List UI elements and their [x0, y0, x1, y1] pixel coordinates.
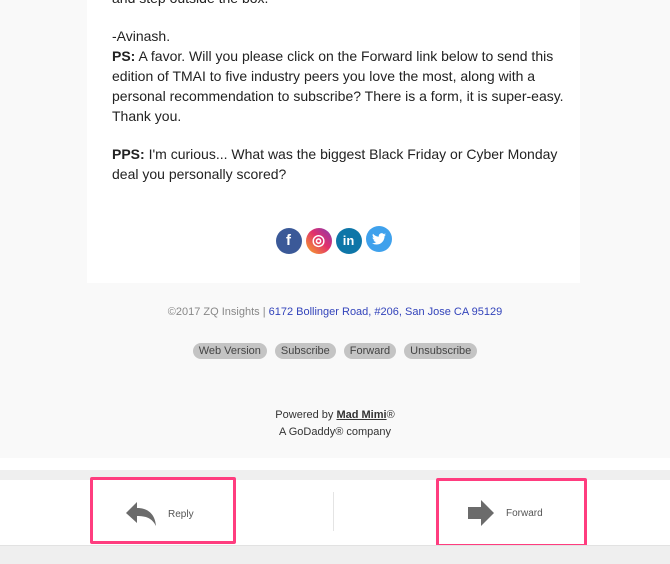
linkedin-icon[interactable]: in [335, 228, 362, 254]
separator [0, 458, 670, 470]
pps-label: PPS: [112, 146, 145, 162]
forward-link[interactable]: Forward [343, 343, 397, 359]
twitter-icon[interactable] [365, 226, 392, 252]
godaddy-text: A GoDaddy® company [278, 426, 392, 438]
divider [333, 492, 334, 531]
ps-paragraph: PS: A favor. Will you please click on th… [112, 46, 572, 126]
cut-off-line: and step outside the box. [112, 0, 572, 8]
pps-text: I'm curious... What was the biggest Blac… [112, 146, 558, 182]
social-links: f ◎ in [87, 226, 580, 254]
subscribe-link[interactable]: Subscribe [274, 343, 336, 359]
signature: -Avinash. [112, 28, 171, 44]
footer-address: ©2017 ZQ Insights | 6172 Bollinger Road,… [0, 306, 670, 318]
copyright: ©2017 ZQ Insights | [167, 306, 269, 318]
powered-by-text: Powered by [275, 409, 337, 421]
email-text: and step outside the box. -Avinash. PS: … [112, 0, 572, 202]
reply-highlight [90, 477, 236, 544]
bottom-bar [0, 545, 670, 564]
web-version-link[interactable]: Web Version [192, 343, 267, 359]
email-body-card: and step outside the box. -Avinash. PS: … [87, 0, 580, 283]
address-link[interactable]: 6172 Bollinger Road, #206, San Jose CA 9… [269, 306, 503, 318]
forward-highlight [436, 478, 587, 547]
unsubscribe-link[interactable]: Unsubscribe [404, 343, 478, 359]
registered-mark: ® [386, 409, 395, 421]
ps-text: A favor. Will you please click on the Fo… [112, 48, 564, 124]
mad-mimi-link[interactable]: Mad Mimi [336, 409, 386, 421]
footer-links: Web Version Subscribe Forward Unsubscrib… [0, 343, 670, 359]
pps-paragraph: PPS: I'm curious... What was the biggest… [112, 144, 572, 184]
powered-by: Powered by Mad Mimi® A GoDaddy® company [0, 407, 670, 441]
instagram-icon[interactable]: ◎ [305, 228, 332, 254]
facebook-icon[interactable]: f [275, 228, 302, 254]
ps-label: PS: [112, 48, 136, 64]
